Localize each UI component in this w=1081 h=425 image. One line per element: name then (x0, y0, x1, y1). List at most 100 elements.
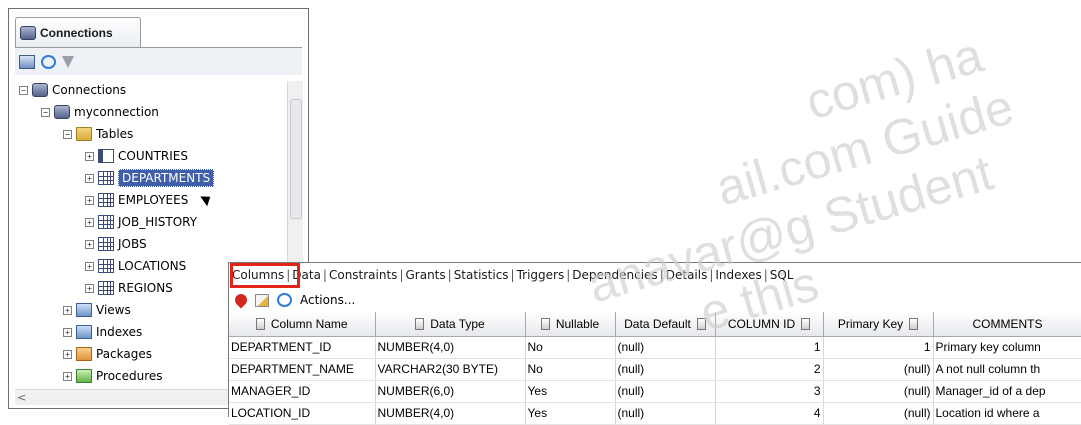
tree-node-table[interactable]: + REGIONS (85, 277, 173, 299)
tree-node-table[interactable]: + DEPARTMENTS (85, 167, 215, 189)
tab-dependencies[interactable]: Dependencies (572, 268, 657, 282)
tab-grants[interactable]: Grants (405, 268, 445, 282)
tree-horizontal-scrollbar[interactable]: < (15, 389, 235, 405)
tree-label: LOCATIONS (118, 259, 187, 273)
connections-tab[interactable]: Connections (15, 17, 141, 47)
cell[interactable]: Manager_id of a dep (933, 380, 1081, 403)
tree-label: EMPLOYEES (118, 193, 189, 207)
tree-node-table[interactable]: + JOB_HISTORY (85, 211, 197, 233)
connections-folder-icon (32, 83, 48, 97)
tree-node-tables[interactable]: − Tables (63, 123, 133, 145)
tree-node-table[interactable]: + LOCATIONS (85, 255, 186, 277)
table-row[interactable]: DEPARTMENT_ID NUMBER(4,0) No (null) 1 1 … (229, 336, 1081, 359)
refresh-icon[interactable] (41, 54, 56, 69)
tree-node-packages[interactable]: + Packages (63, 343, 152, 365)
column-header[interactable]: COLUMN ID (715, 312, 824, 337)
expand-icon[interactable]: + (63, 305, 72, 315)
grid-header-row: Column Name Data Type Nullable Data Defa… (229, 312, 1081, 337)
tab-statistics[interactable]: Statistics (454, 268, 509, 282)
tree-label: Tables (96, 127, 134, 141)
expand-icon[interactable]: + (63, 349, 72, 359)
scroll-left-icon[interactable]: < (17, 391, 26, 404)
column-header[interactable]: Nullable (525, 312, 616, 337)
tree-node-procedures[interactable]: + Procedures (63, 365, 163, 387)
table-details-panel: Columns | Data | Constraints | Grants | Stat… (228, 262, 1081, 425)
edit-icon[interactable] (255, 293, 269, 307)
cell[interactable]: No (525, 336, 616, 359)
cell[interactable]: Yes (525, 402, 616, 425)
cell[interactable]: DEPARTMENT_ID (229, 336, 376, 359)
column-header[interactable]: Data Type (375, 312, 526, 337)
collapse-icon[interactable]: − (63, 129, 72, 139)
column-header[interactable]: Column Name (229, 312, 376, 337)
cell[interactable]: NUMBER(6,0) (375, 380, 526, 403)
tab-indexes[interactable]: Indexes (715, 268, 761, 282)
refresh-icon[interactable] (277, 293, 292, 307)
expand-icon[interactable]: + (63, 327, 72, 337)
cell[interactable]: NUMBER(4,0) (375, 336, 526, 359)
tab-details[interactable]: Details (666, 268, 708, 282)
cell[interactable]: VARCHAR2(30 BYTE) (375, 358, 526, 381)
cell[interactable]: (null) (615, 358, 716, 381)
expand-icon[interactable]: + (85, 239, 94, 249)
tab-triggers[interactable]: Triggers (517, 268, 565, 282)
watermark-line: ail.com Guide (710, 78, 1020, 217)
expand-icon[interactable]: + (85, 151, 94, 161)
expand-icon[interactable]: + (85, 261, 94, 271)
tree-node-views[interactable]: + Views (63, 299, 131, 321)
tab-constraints[interactable]: Constraints (329, 268, 397, 282)
tree-node-connections[interactable]: − Connections (19, 79, 126, 101)
cell[interactable]: (null) (823, 358, 934, 381)
pin-icon[interactable] (232, 291, 250, 309)
scrollbar-thumb[interactable] (290, 99, 302, 219)
expand-icon[interactable]: + (85, 195, 94, 205)
cell[interactable]: (null) (823, 380, 934, 403)
cell[interactable]: (null) (823, 402, 934, 425)
cell[interactable]: Yes (525, 380, 616, 403)
column-header[interactable]: Primary Key (823, 312, 934, 337)
actions-menu[interactable]: Actions... (300, 293, 355, 307)
tree-node-indexes[interactable]: + Indexes (63, 321, 142, 343)
cell[interactable]: 2 (715, 358, 824, 381)
cell[interactable]: 1 (715, 336, 824, 359)
details-toolbar: Actions... (229, 288, 1081, 312)
cell[interactable]: (null) (615, 402, 716, 425)
new-connection-icon[interactable] (19, 54, 35, 69)
connections-icon (20, 25, 36, 40)
cell[interactable]: 1 (823, 336, 934, 359)
column-header[interactable]: COMMENTS (933, 312, 1081, 337)
table-icon (98, 215, 114, 229)
filter-icon[interactable] (62, 55, 74, 68)
cell[interactable]: (null) (615, 380, 716, 403)
tree-label: Indexes (96, 325, 143, 339)
expand-icon[interactable]: + (85, 173, 94, 183)
cell[interactable]: DEPARTMENT_NAME (229, 358, 376, 381)
expand-icon[interactable]: + (85, 283, 94, 293)
tree-node-table[interactable]: + JOBS (85, 233, 147, 255)
tab-sql[interactable]: SQL (770, 268, 794, 282)
collapse-icon[interactable]: − (41, 107, 50, 117)
cell[interactable]: (null) (615, 336, 716, 359)
cell[interactable]: LOCATION_ID (229, 402, 376, 425)
tree-label: Packages (96, 347, 152, 361)
table-row[interactable]: MANAGER_ID NUMBER(6,0) Yes (null) 3 (nul… (229, 380, 1081, 403)
cell[interactable]: 3 (715, 380, 824, 403)
collapse-icon[interactable]: − (19, 85, 28, 95)
cell[interactable]: A not null column th (933, 358, 1081, 381)
table-row[interactable]: DEPARTMENT_NAME VARCHAR2(30 BYTE) No (nu… (229, 358, 1081, 381)
cell[interactable]: NUMBER(4,0) (375, 402, 526, 425)
table-row[interactable]: LOCATION_ID NUMBER(4,0) Yes (null) 4 (nu… (229, 402, 1081, 425)
tree-node-myconnection[interactable]: − myconnection (41, 101, 159, 123)
tree-label: Procedures (96, 369, 163, 383)
tree-node-table[interactable]: + COUNTRIES (85, 145, 188, 167)
column-header[interactable]: Data Default (615, 312, 716, 337)
expand-icon[interactable]: + (85, 217, 94, 227)
tree-label: COUNTRIES (118, 149, 188, 163)
expand-icon[interactable]: + (63, 371, 72, 381)
cell[interactable]: Location id where a (933, 402, 1081, 425)
cell[interactable]: No (525, 358, 616, 381)
tree-node-table[interactable]: + EMPLOYEES (85, 189, 214, 211)
cell[interactable]: 4 (715, 402, 824, 425)
cell[interactable]: MANAGER_ID (229, 380, 376, 403)
cell[interactable]: Primary key column (933, 336, 1081, 359)
